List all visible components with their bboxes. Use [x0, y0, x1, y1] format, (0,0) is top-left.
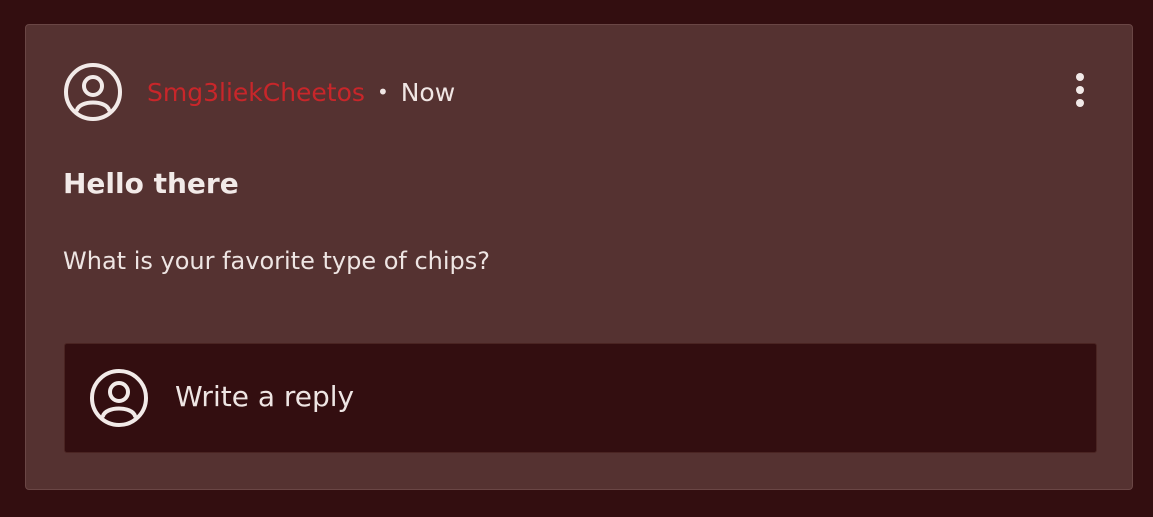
post-body: What is your favorite type of chips? — [63, 247, 491, 275]
more-vertical-icon-dot-3 — [1076, 99, 1084, 107]
more-vertical-icon — [1076, 73, 1084, 81]
post-card: Smg3liekCheetos • Now Hello there What i… — [25, 24, 1133, 490]
meta-separator: • — [376, 80, 389, 104]
reply-avatar-icon — [89, 368, 149, 428]
post-timestamp: Now — [400, 77, 456, 107]
more-vertical-icon-dot-2 — [1076, 86, 1084, 94]
post-username[interactable]: Smg3liekCheetos — [147, 78, 365, 107]
reply-placeholder: Write a reply — [175, 380, 355, 413]
user-avatar-icon[interactable] — [63, 62, 123, 122]
more-options-button[interactable] — [1066, 70, 1094, 110]
post-title: Hello there — [63, 167, 239, 200]
reply-input[interactable]: Write a reply — [64, 343, 1097, 453]
post-header: Smg3liekCheetos • Now — [63, 62, 455, 122]
